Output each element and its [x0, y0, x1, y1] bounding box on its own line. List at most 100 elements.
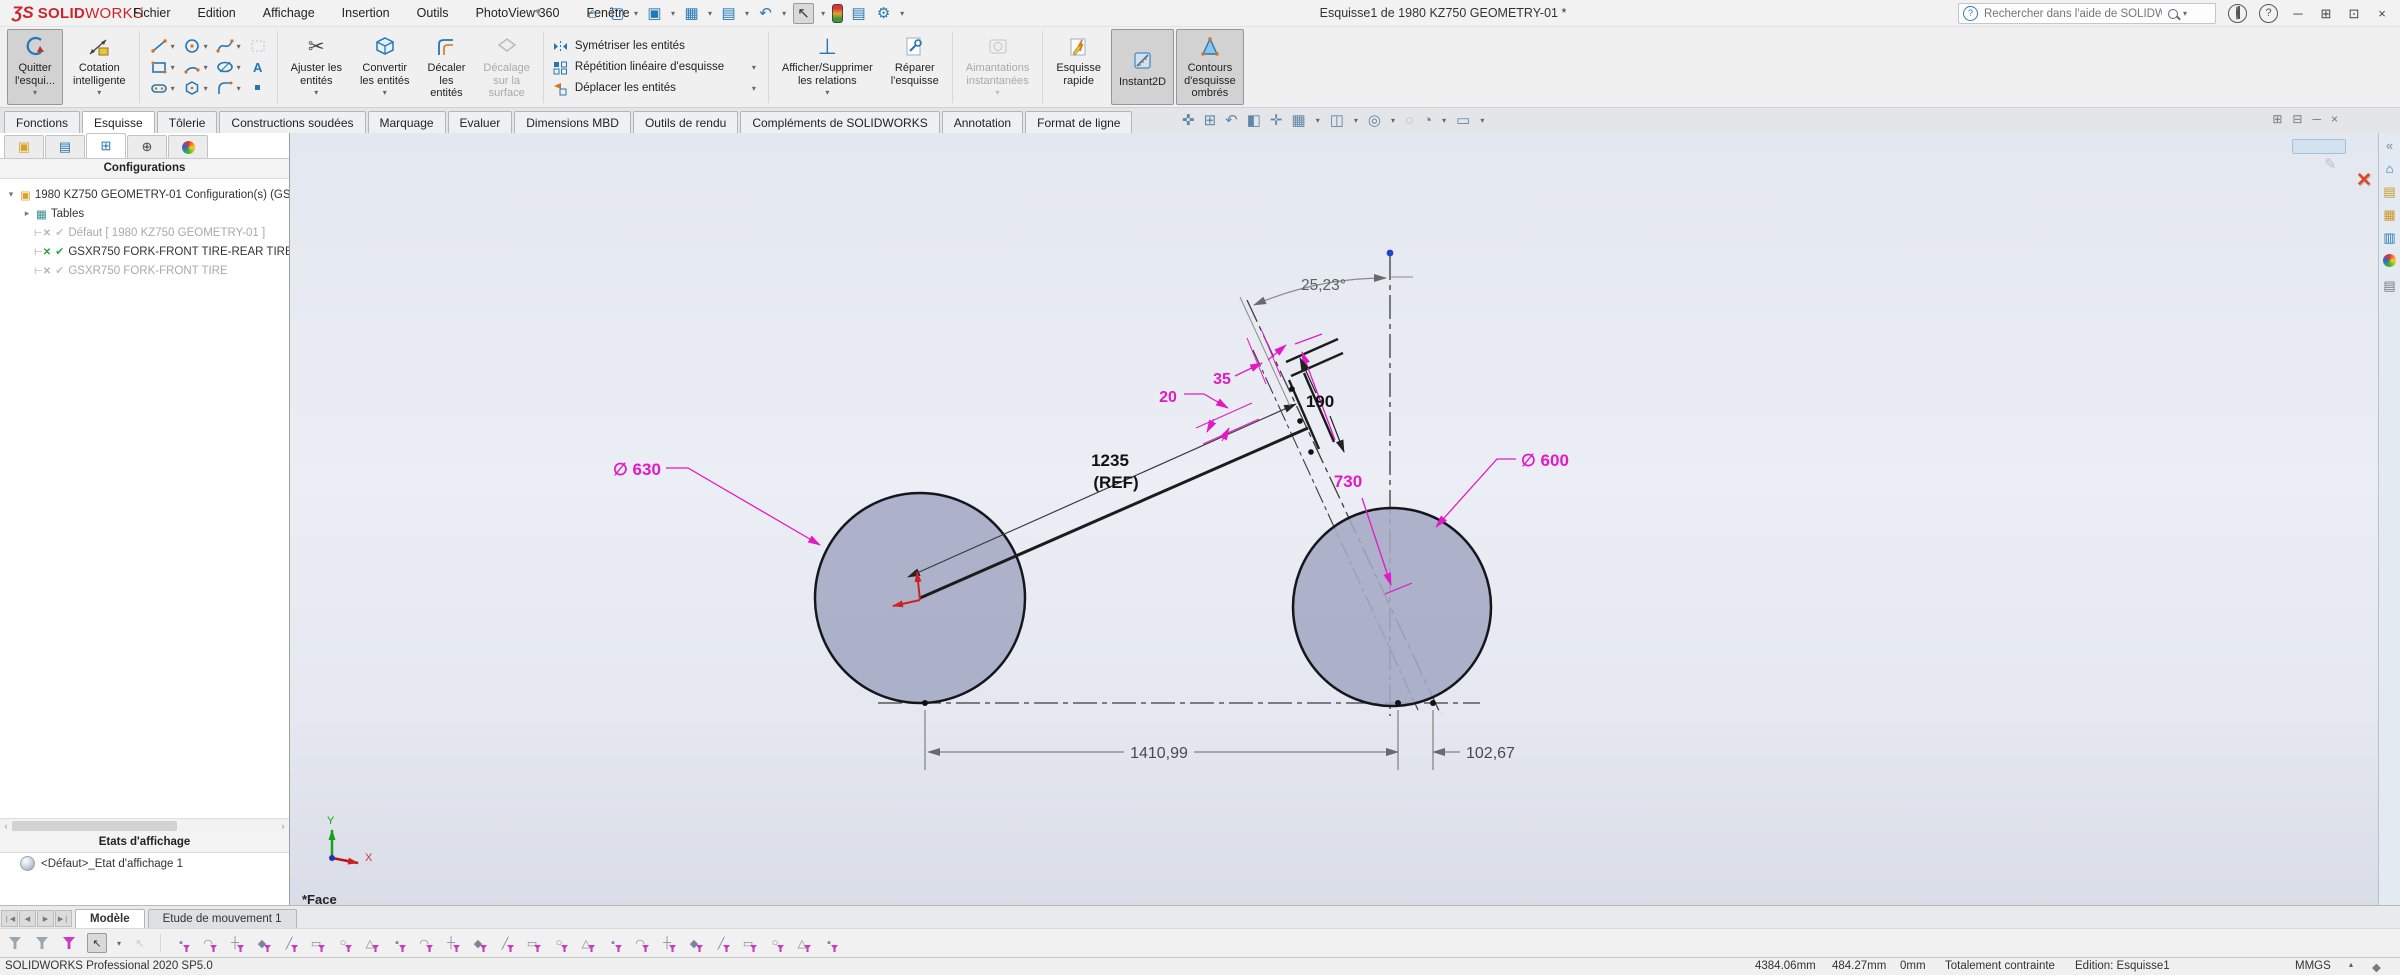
graphics-area[interactable]: 1235 (REF) 25,23° 730 190 35 20 ∅ 630 ∅ … — [290, 133, 2400, 905]
view-settings-caret[interactable]: ▾ — [1480, 116, 1484, 125]
tab-constructions-soudees[interactable]: Constructions soudées — [219, 111, 365, 135]
solidworks-resources-icon[interactable]: ⌂ — [2386, 162, 2394, 176]
circle-tool-icon[interactable] — [180, 36, 204, 56]
dim-rear-diameter[interactable]: ∅ 630 — [613, 460, 661, 479]
arc-caret[interactable]: ▾ — [204, 63, 213, 72]
tag-icon[interactable]: ◆ — [2372, 960, 2381, 974]
units-selector[interactable]: MMGS — [2295, 960, 2331, 972]
scroll-left-icon[interactable]: ‹ — [0, 821, 12, 831]
view-orientation-caret[interactable]: ▾ — [1316, 116, 1320, 125]
filter-faces-icon[interactable]: ┼ — [226, 934, 244, 952]
menu-affichage[interactable]: Affichage — [263, 6, 315, 20]
menu-outils[interactable]: Outils — [417, 6, 449, 20]
options-caret[interactable]: ▾ — [900, 9, 904, 18]
scrollbar-thumb[interactable] — [12, 821, 177, 831]
filter-centerlines-icon[interactable]: ◆ — [469, 934, 487, 952]
dim-wheelbase[interactable]: 1410,99 — [1130, 745, 1188, 762]
tab-fonctions[interactable]: Fonctions — [4, 111, 80, 135]
print-icon[interactable]: ▤ — [719, 4, 738, 23]
smart-dimension-button[interactable]: Cotationintelligente ▾ — [65, 29, 134, 105]
undo-icon[interactable]: ↶ — [756, 4, 775, 23]
new-document-icon[interactable]: ▢ — [608, 4, 627, 23]
line-tool-icon[interactable] — [147, 36, 171, 56]
polygon-tool-icon[interactable] — [180, 78, 204, 98]
slot-tool-icon[interactable] — [147, 78, 171, 98]
trim-entities-button[interactable]: ✂ Ajuster lesentités ▾ — [283, 29, 350, 105]
doc-minimize-icon[interactable]: ⊟ — [2292, 112, 2302, 126]
doc-close-icon[interactable]: × — [2331, 112, 2338, 126]
spline-tool-icon[interactable] — [213, 36, 237, 56]
select-icon[interactable]: ↖ — [793, 3, 814, 24]
configuration-manager-tab-icon[interactable]: ⊞ — [86, 133, 126, 158]
section-view-icon[interactable]: ◧ — [1247, 111, 1261, 129]
filter-funnel-icon[interactable] — [6, 934, 24, 952]
next-tab-icon[interactable]: ▶ — [37, 910, 54, 927]
display-state-item[interactable]: <Défaut>_Etat d'affichage 1 — [20, 856, 183, 871]
tree-item-tables[interactable]: ▸ ▦ Tables — [6, 204, 289, 223]
filter-solid-bodies-icon[interactable]: ╱ — [280, 934, 298, 952]
filter-edges-icon[interactable]: ◠ — [199, 934, 217, 952]
fillet-tool-icon[interactable] — [213, 78, 237, 98]
linear-pattern-caret[interactable]: ▾ — [752, 63, 756, 72]
tab-format-de-ligne[interactable]: Format de ligne — [1025, 111, 1132, 135]
help-icon[interactable]: ? — [2259, 4, 2278, 23]
tab-modele[interactable]: Modèle — [75, 909, 145, 929]
zoom-fit-icon[interactable]: ✜ — [1182, 111, 1195, 129]
filter-blocks-icon[interactable]: ╱ — [712, 934, 730, 952]
search-icon[interactable] — [2168, 9, 2178, 19]
filter-midpoints-icon[interactable]: ◠ — [415, 934, 433, 952]
filter-surface-finish-icon[interactable]: ◆ — [685, 934, 703, 952]
rapid-sketch-button[interactable]: Esquisserapide — [1048, 29, 1109, 105]
tab-tolerie[interactable]: Tôlerie — [157, 111, 218, 135]
options-icon[interactable]: ⚙ — [874, 4, 893, 23]
hide-show-items-icon[interactable]: ◎ — [1368, 111, 1381, 129]
save-caret[interactable]: ▾ — [708, 9, 712, 18]
menu-insertion[interactable]: Insertion — [342, 6, 390, 20]
rebuild-icon[interactable] — [832, 4, 843, 23]
exit-sketch-corner-icon[interactable]: ✎ — [2324, 155, 2337, 173]
filter-weld-symbols-icon[interactable]: ▪ — [604, 934, 622, 952]
menu-photoview360[interactable]: PhotoView 360 — [476, 6, 560, 20]
circle-caret[interactable]: ▾ — [204, 42, 213, 51]
help-search-box[interactable]: ? ▾ — [1958, 3, 2216, 24]
spline-caret[interactable]: ▾ — [237, 42, 246, 51]
tab-marquage[interactable]: Marquage — [368, 111, 446, 135]
hide-show-items-caret[interactable]: ▾ — [1391, 116, 1395, 125]
dim-offset-20[interactable]: 20 — [1159, 389, 1177, 406]
steering-axis-top-point[interactable] — [1387, 250, 1394, 257]
filter-center-marks-icon[interactable]: ┼ — [442, 934, 460, 952]
tree-root-configuration[interactable]: ▾ ▣ 1980 KZ750 GEOMETRY-01 Configuration… — [6, 185, 289, 204]
linear-pattern-button[interactable]: Répétition linéaire d'esquisse ▾ — [552, 58, 760, 77]
filter-vertices-icon[interactable]: ▪ — [172, 934, 190, 952]
doc-restore-icon[interactable]: ─ — [2312, 112, 2321, 126]
slot-caret[interactable]: ▾ — [171, 84, 180, 93]
shaded-sketch-contours-button[interactable]: Contoursd'esquisseombrés — [1176, 29, 1244, 105]
dim-frame-1235[interactable]: 1235 — [1091, 451, 1129, 470]
open-caret[interactable]: ▾ — [671, 9, 675, 18]
dim-offset-35[interactable]: 35 — [1213, 371, 1231, 388]
print-caret[interactable]: ▾ — [745, 9, 749, 18]
filter-explode-lines-icon[interactable]: ▪ — [820, 934, 838, 952]
filter-toggle-funnel-icon[interactable] — [33, 934, 51, 952]
search-input[interactable] — [1982, 7, 2164, 21]
appearances-tab-icon[interactable] — [168, 135, 208, 158]
prev-tab-icon[interactable]: ◀ — [19, 910, 36, 927]
filter-frame-members-icon[interactable]: ▭ — [307, 934, 325, 952]
scroll-right-icon[interactable]: › — [277, 821, 289, 831]
convert-entities-button[interactable]: Convertirles entités ▾ — [352, 29, 418, 105]
filter-weld-beads-icon[interactable]: ○ — [334, 934, 352, 952]
repair-sketch-button[interactable]: Réparerl'esquisse — [883, 29, 947, 105]
tree-item-config-active[interactable]: ⊢✕ ✔ GSXR750 FORK-FRONT TIRE-REAR TIRE — [6, 242, 289, 261]
filter-magenta-funnel-icon[interactable] — [60, 934, 78, 952]
filter-surface-bodies-icon[interactable]: ◆ — [253, 934, 271, 952]
filter-annotations-icon[interactable]: ▭ — [523, 934, 541, 952]
select-cursor-caret[interactable]: ▾ — [117, 939, 121, 948]
collapse-chevrons-icon[interactable]: « — [2386, 139, 2393, 153]
dim-length-190[interactable]: 190 — [1306, 392, 1334, 411]
view-orientation-icon[interactable]: ▦ — [1292, 111, 1306, 129]
first-tab-icon[interactable]: ❘◀ — [1, 910, 18, 927]
tab-evaluer[interactable]: Evaluer — [448, 111, 513, 135]
dynamic-annotation-views-icon[interactable]: ✛ — [1270, 111, 1283, 129]
move-entities-caret[interactable]: ▾ — [752, 84, 756, 93]
file-explorer-icon[interactable]: ▦ — [2383, 208, 2395, 222]
